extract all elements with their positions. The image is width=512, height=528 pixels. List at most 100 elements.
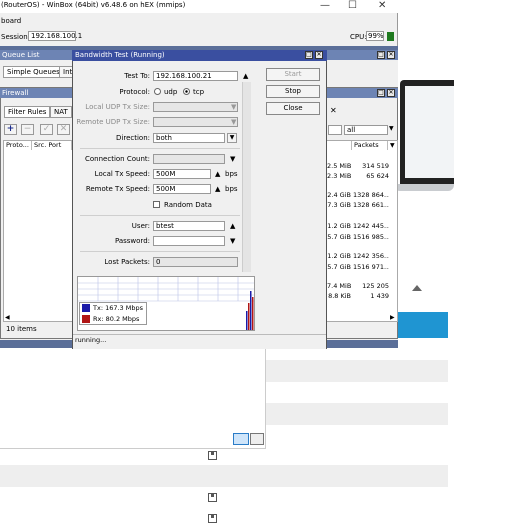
save-icon[interactable] <box>208 451 217 460</box>
queue-row-packets: 1328 661... <box>353 201 389 209</box>
dialog-max-button[interactable]: □ <box>305 51 313 59</box>
list-view-icon[interactable] <box>233 433 249 445</box>
queue-row-packets: 1516 971... <box>353 263 389 271</box>
random-data-label: Random Data <box>164 201 212 209</box>
minimize-button[interactable]: — <box>320 0 330 11</box>
lost-packets-field: 0 <box>153 257 238 267</box>
remote-tx-speed-arrow[interactable]: ▲ <box>215 184 220 194</box>
local-udp-size-field[interactable] <box>153 102 238 112</box>
direction-select[interactable]: both <box>153 133 225 143</box>
laptop-screen-image <box>405 86 454 178</box>
close-dialog-button[interactable]: Close <box>266 102 320 115</box>
detail-view-icon[interactable] <box>250 433 264 445</box>
random-data-checkbox[interactable] <box>153 201 160 208</box>
dialog-scrollbar[interactable] <box>242 82 251 272</box>
cpu-label: CPU: <box>350 33 367 41</box>
filter-field[interactable]: all <box>344 125 388 135</box>
maximize-button[interactable]: ☐ <box>348 0 357 11</box>
test-to-label: Test To: <box>124 72 150 80</box>
collapse-up-icon[interactable] <box>412 285 422 291</box>
queue-list-close-button[interactable]: ✕ <box>387 51 395 59</box>
remote-udp-size-label: Remote UDP Tx Size: <box>76 118 150 126</box>
col-src-port[interactable]: Src. Port <box>32 141 72 150</box>
disable-button[interactable]: ✕ <box>57 124 70 135</box>
local-tx-speed-field[interactable]: 500M <box>153 169 211 179</box>
remote-udp-size-arrow[interactable]: ▼ <box>231 117 236 127</box>
queue-row-packets: 1 439 <box>370 292 389 300</box>
queue-row-bytes: 2.4 GiB <box>327 191 351 199</box>
table-row <box>265 360 448 382</box>
queue-row-packets: 1328 864... <box>353 191 389 199</box>
connection-count-label: Connection Count: <box>85 155 150 163</box>
protocol-tcp-radio[interactable] <box>183 88 190 95</box>
add-button[interactable]: + <box>4 124 17 135</box>
winbox-title: (RouterOS) - WinBox (64bit) v6.48.6 on h… <box>1 1 186 9</box>
remote-tx-speed-label: Remote Tx Speed: <box>85 185 150 193</box>
close-button[interactable]: ✕ <box>378 0 386 11</box>
protocol-udp-radio[interactable] <box>154 88 161 95</box>
queue-row-packets: 1242 445... <box>353 222 389 230</box>
queue-row-bytes: 1.2 GiB <box>327 252 351 260</box>
test-to-arrow[interactable]: ▲ <box>243 71 248 81</box>
rx-legend-swatch <box>82 315 90 323</box>
bandwidth-test-title: Bandwidth Test (Running) <box>75 51 165 59</box>
separator <box>80 148 240 149</box>
separator <box>80 215 240 216</box>
remote-udp-size-field[interactable] <box>153 117 238 127</box>
connection-count-field[interactable] <box>153 154 225 164</box>
bandwidth-test-titlebar: Bandwidth Test (Running) <box>72 50 327 61</box>
local-udp-size-arrow[interactable]: ▼ <box>231 102 236 112</box>
queue-row-bytes: 7.4 MiB <box>327 282 352 290</box>
queue-row-packets: 314 519 <box>362 162 389 170</box>
col-packets[interactable]: Packets <box>352 141 388 150</box>
tab-nat[interactable]: NAT <box>50 106 72 118</box>
firewall-max-button[interactable]: □ <box>377 89 385 97</box>
save-icon[interactable] <box>208 493 217 502</box>
col-menu-arrow[interactable]: ▼ <box>390 142 395 149</box>
test-to-field[interactable]: 192.168.100.21 <box>153 71 238 81</box>
tab-simple-queues[interactable]: Simple Queues <box>3 66 64 78</box>
cpu-value: 99% <box>366 31 384 41</box>
queue-row-bytes: 5.7 GiB <box>327 263 351 271</box>
tab-filter-rules[interactable]: Filter Rules <box>4 106 51 118</box>
queue-list-max-button[interactable]: □ <box>377 51 385 59</box>
queue-row-bytes: 2.3 MiB <box>327 172 352 180</box>
session-field[interactable]: 192.168.100.1 <box>28 31 82 41</box>
password-field[interactable] <box>153 236 225 246</box>
password-arrow[interactable]: ▼ <box>230 236 235 246</box>
scroll-left-arrow[interactable]: ◀ <box>5 314 10 321</box>
laptop-base-image <box>394 184 454 191</box>
save-icon[interactable] <box>208 514 217 523</box>
rule-action-icon[interactable]: ✕ <box>330 106 340 117</box>
tx-bar <box>246 311 248 330</box>
user-arrow[interactable]: ▲ <box>230 221 235 231</box>
dialog-close-button[interactable]: ✕ <box>315 51 323 59</box>
col-bytes[interactable] <box>326 141 352 150</box>
rx-bar <box>248 303 250 330</box>
queue-row-bytes: 1.2 GiB <box>327 222 351 230</box>
user-field[interactable]: btest <box>153 221 225 231</box>
items-count: 10 items <box>6 325 37 333</box>
tx-legend-label: Tx: 167.3 Mbps <box>93 304 143 312</box>
stop-button[interactable]: Stop <box>266 85 320 98</box>
rx-bar <box>252 297 254 330</box>
start-button[interactable]: Start <box>266 68 320 81</box>
queue-row-bytes: 5.7 GiB <box>327 233 351 241</box>
remote-tx-speed-field[interactable]: 500M <box>153 184 211 194</box>
cpu-meter-icon <box>387 32 394 41</box>
col-protocol[interactable]: Proto... <box>4 141 32 150</box>
remove-button[interactable]: − <box>21 124 34 135</box>
direction-dropdown-button[interactable]: ▼ <box>227 133 237 143</box>
enable-button[interactable]: ✓ <box>40 124 53 135</box>
remote-tx-unit: bps <box>225 185 238 193</box>
menu-fragment[interactable]: board <box>1 17 21 25</box>
scroll-right-arrow[interactable]: ▶ <box>390 314 395 321</box>
filter-dropdown-arrow[interactable]: ▼ <box>389 125 397 135</box>
firewall-close-button[interactable]: ✕ <box>387 89 395 97</box>
local-tx-speed-arrow[interactable]: ▲ <box>215 169 220 179</box>
connection-count-arrow[interactable]: ▼ <box>230 154 235 164</box>
queue-row-packets: 1516 985... <box>353 233 389 241</box>
tx-legend-swatch <box>82 304 90 312</box>
user-label: User: <box>131 222 150 230</box>
filter-left-field[interactable] <box>328 125 342 135</box>
